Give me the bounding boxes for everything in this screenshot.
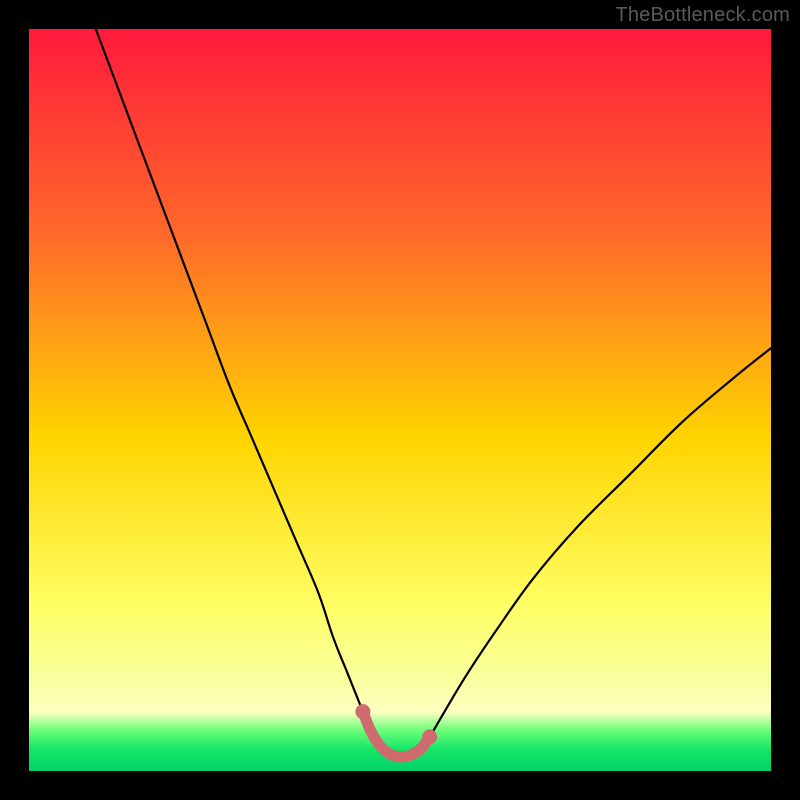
flat-endpoint-dot [422,729,437,744]
flat-endpoint-dot [355,704,370,719]
gradient-background [29,29,771,771]
plot-area [29,29,771,771]
watermark-text: TheBottleneck.com [615,4,790,27]
bottleneck-chart [29,29,771,771]
chart-frame: TheBottleneck.com [0,0,800,800]
